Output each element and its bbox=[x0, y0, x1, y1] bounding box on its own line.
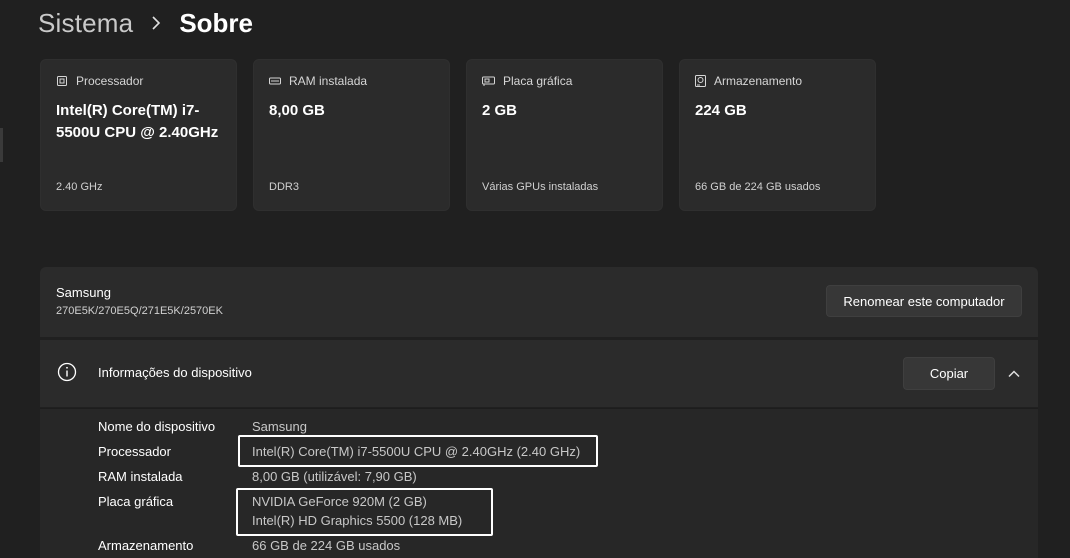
card-value: 224 GB bbox=[695, 102, 747, 119]
graphics-card-icon bbox=[482, 75, 495, 87]
card-title: Armazenamento bbox=[714, 74, 803, 88]
card-subtext: 66 GB de 224 GB usados bbox=[695, 181, 821, 193]
card-graphics: Placa gráfica 2 GB Várias GPUs instalada… bbox=[466, 59, 663, 211]
card-storage: Armazenamento 224 GB 66 GB de 224 GB usa… bbox=[679, 59, 876, 211]
device-name-panel: Samsung 270E5K/270E5Q/271E5K/2570EK Reno… bbox=[40, 267, 1038, 337]
storage-icon bbox=[695, 75, 706, 87]
page-title: Sobre bbox=[179, 7, 254, 38]
info-value: Samsung bbox=[252, 419, 307, 434]
chevron-right-icon bbox=[147, 14, 165, 32]
sidebar-edge bbox=[0, 128, 3, 162]
card-title: RAM instalada bbox=[289, 74, 368, 88]
card-subtext: DDR3 bbox=[269, 181, 299, 193]
card-ram: RAM instalada 8,00 GB DDR3 bbox=[253, 59, 450, 211]
chevron-up-icon[interactable] bbox=[1004, 364, 1024, 384]
breadcrumb: Sistema Sobre bbox=[38, 4, 253, 42]
breadcrumb-sistema[interactable]: Sistema bbox=[38, 8, 133, 39]
copy-button[interactable]: Copiar bbox=[903, 357, 995, 390]
processor-highlight-box bbox=[238, 435, 598, 467]
info-label: Nome do dispositivo bbox=[98, 419, 216, 434]
device-info-details: Nome do dispositivo Samsung Processador … bbox=[40, 408, 1038, 558]
card-value: 2 GB bbox=[482, 102, 518, 119]
card-value: Intel(R) Core(TM) i7-5500U CPU @ 2.40GHz bbox=[56, 102, 219, 141]
about-page: Sistema Sobre Processador Intel(R) Core(… bbox=[0, 0, 1070, 558]
info-label: Processador bbox=[98, 444, 171, 459]
device-info-title: Informações do dispositivo bbox=[98, 365, 252, 380]
card-subtext: Várias GPUs instaladas bbox=[482, 181, 599, 193]
device-info-header[interactable]: Informações do dispositivo Copiar bbox=[40, 340, 1038, 407]
info-label: Placa gráfica bbox=[98, 494, 174, 509]
card-title: Placa gráfica bbox=[503, 74, 573, 88]
info-value: 66 GB de 224 GB usados bbox=[252, 538, 401, 553]
device-model: 270E5K/270E5Q/271E5K/2570EK bbox=[56, 305, 223, 317]
card-title: Processador bbox=[76, 74, 144, 88]
processor-icon bbox=[56, 75, 68, 87]
card-subtext: 2.40 GHz bbox=[56, 181, 103, 193]
info-value: 8,00 GB (utilizável: 7,90 GB) bbox=[252, 469, 417, 484]
device-name: Samsung bbox=[56, 285, 111, 300]
rename-pc-button[interactable]: Renomear este computador bbox=[826, 285, 1022, 317]
graphics-highlight-box bbox=[236, 488, 493, 536]
info-label: RAM instalada bbox=[98, 469, 183, 484]
info-icon bbox=[57, 362, 77, 387]
card-processor: Processador Intel(R) Core(TM) i7-5500U C… bbox=[40, 59, 237, 211]
card-value: 8,00 GB bbox=[269, 102, 325, 119]
spec-cards: Processador Intel(R) Core(TM) i7-5500U C… bbox=[40, 59, 876, 211]
ram-icon bbox=[269, 75, 281, 87]
info-label: Armazenamento bbox=[98, 538, 194, 553]
